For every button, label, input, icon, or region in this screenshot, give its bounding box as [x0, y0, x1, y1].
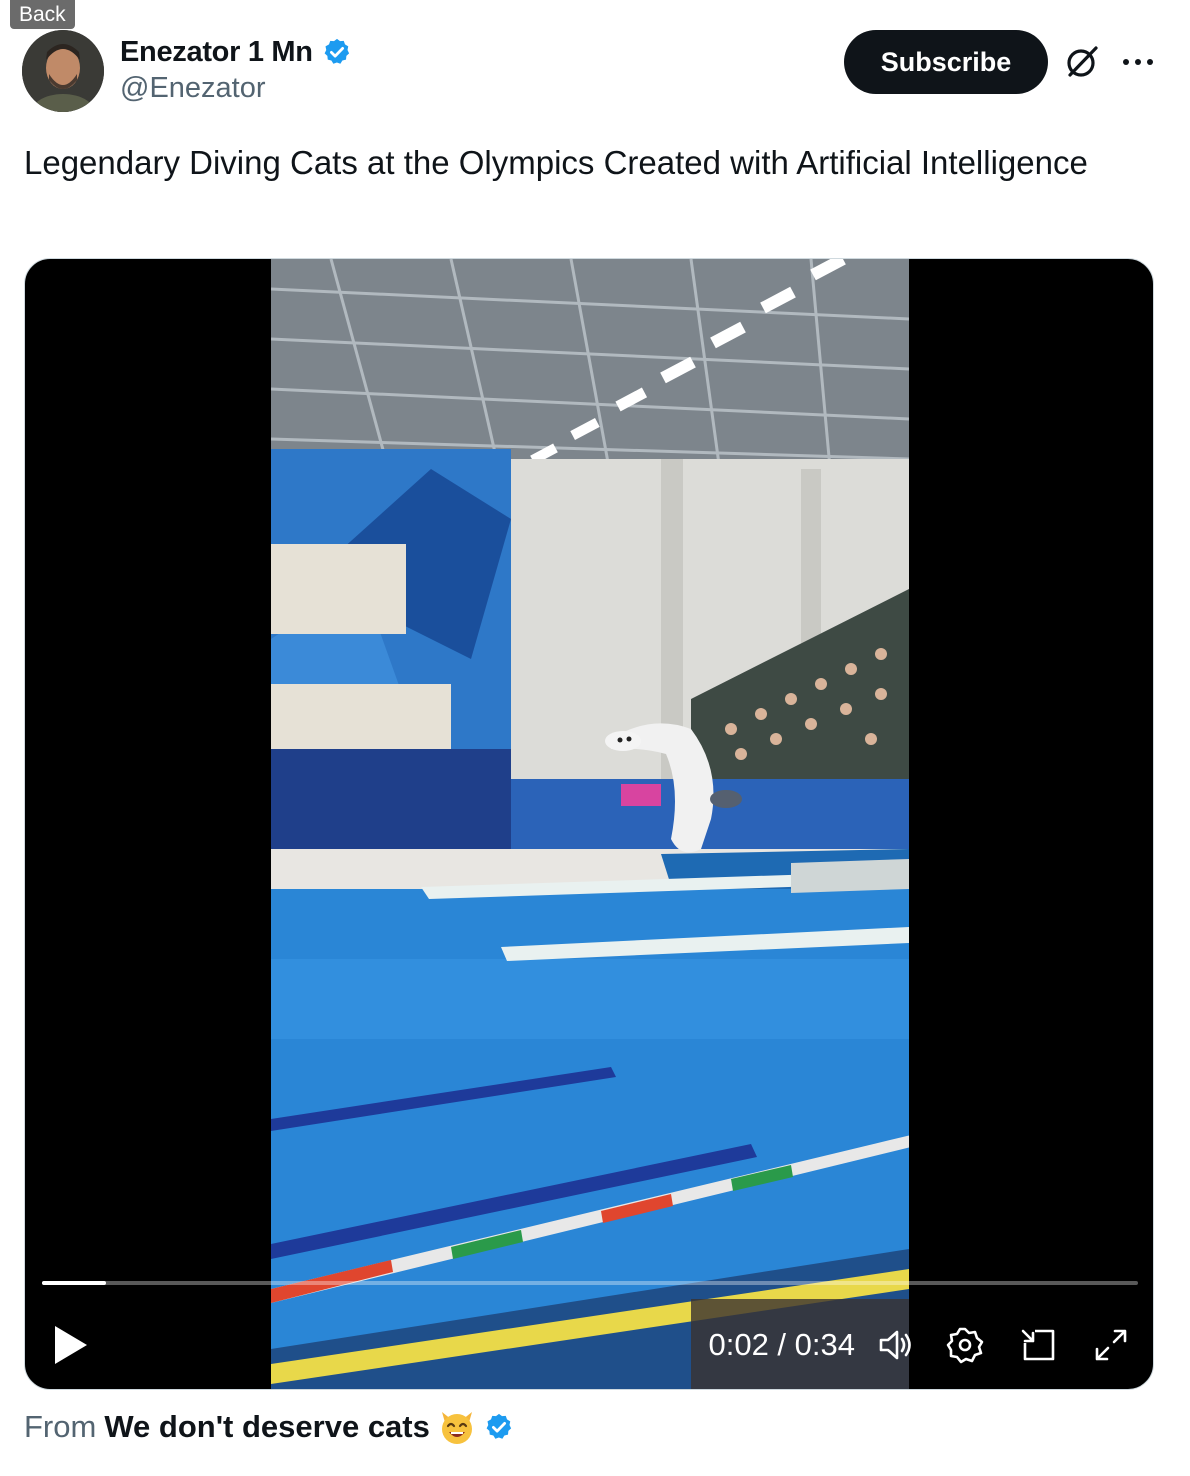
video-player[interactable]: 0:02 / 0:34 [24, 258, 1154, 1390]
more-icon[interactable] [1118, 48, 1158, 76]
volume-icon[interactable] [875, 1325, 915, 1365]
author-avatar[interactable] [22, 30, 104, 112]
tweet-page: Back Enezator 1 Mn @Enezator Subscribe L… [0, 0, 1190, 1476]
tweet-text: Legendary Diving Cats at the Olympics Cr… [24, 144, 1088, 181]
source-account-name[interactable]: We don't deserve cats [104, 1409, 430, 1445]
video-still-image [271, 259, 909, 1389]
fullscreen-icon[interactable] [1091, 1325, 1131, 1365]
play-icon[interactable] [51, 1323, 91, 1367]
subscribe-button[interactable]: Subscribe [844, 30, 1048, 94]
verified-badge-icon [324, 38, 349, 64]
progress-fill [42, 1281, 106, 1285]
video-frame[interactable] [271, 259, 909, 1389]
from-label: From [24, 1409, 97, 1444]
back-tag[interactable]: Back [10, 0, 75, 29]
author-name-row[interactable]: Enezator 1 Mn [120, 32, 352, 72]
smiling-cat-emoji-icon [441, 1412, 472, 1444]
source-verified-badge-icon [486, 1413, 511, 1439]
settings-icon[interactable] [945, 1325, 985, 1365]
picture-in-picture-icon[interactable] [1019, 1325, 1059, 1365]
grok-icon[interactable] [1064, 44, 1100, 80]
author-handle[interactable]: @Enezator [120, 72, 266, 105]
progress-bar[interactable] [42, 1281, 1138, 1285]
video-source-attribution[interactable]: From We don't deserve cats [24, 1404, 514, 1450]
author-name[interactable]: Enezator 1 Mn [120, 36, 313, 69]
video-time: 0:02 / 0:34 [708, 1327, 855, 1362]
